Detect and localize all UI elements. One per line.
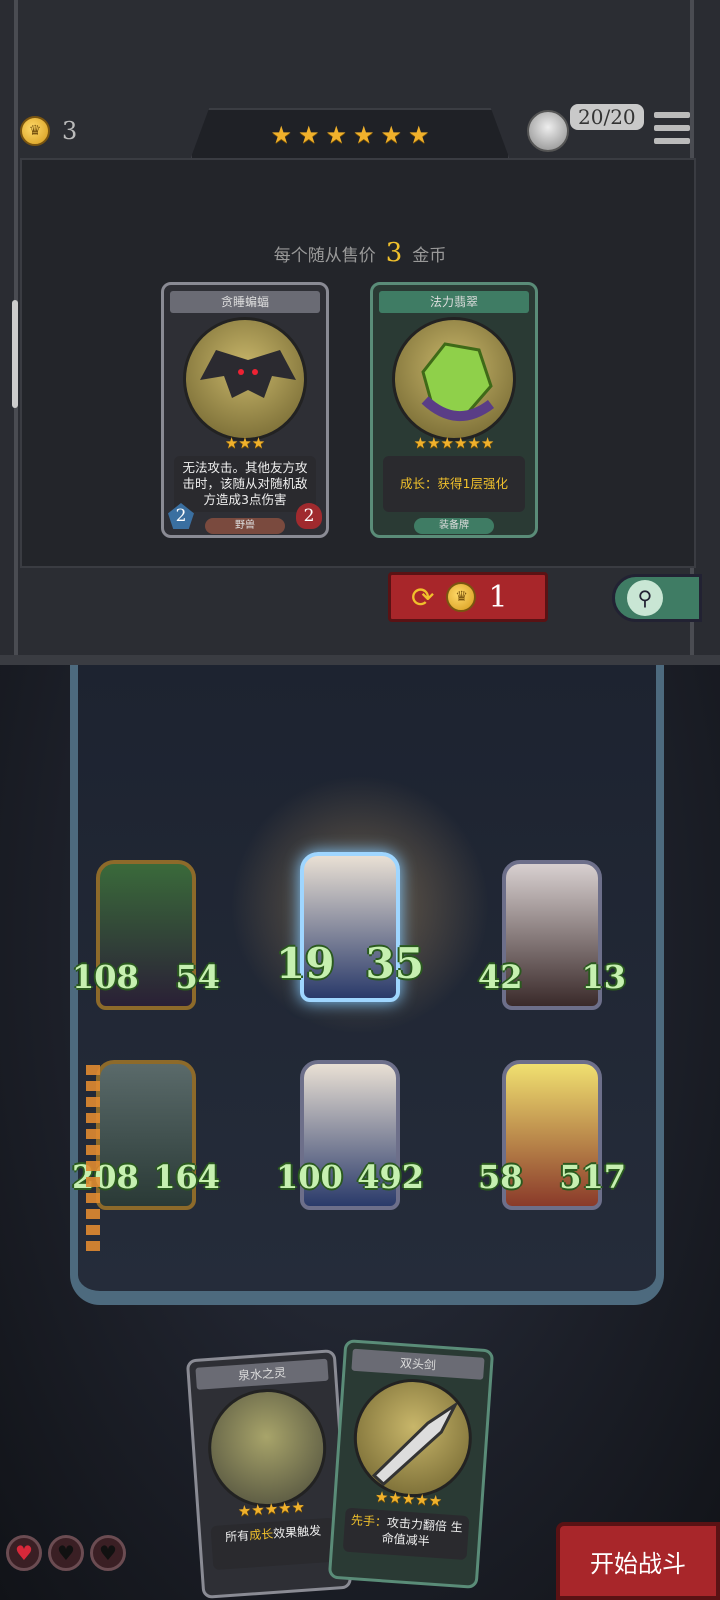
buff-chain	[86, 1065, 100, 1255]
price-value: 3	[385, 238, 403, 268]
hand-card-spring-spirit[interactable]: 泉水之灵 ★★★★★ 所有成长效果触发	[185, 1349, 353, 1599]
unit-attack: 108	[72, 958, 139, 996]
hand-card-double-sword[interactable]: 双头剑 ★★★★★ 先手：攻击力翻倍 生命值减半	[327, 1339, 495, 1589]
star-icon: ★	[297, 121, 320, 149]
card-type: 装备牌	[414, 518, 494, 534]
card-health: 2	[296, 503, 322, 529]
refresh-cost: 1	[488, 579, 508, 615]
refresh-button[interactable]: ⟳ ♛ 1	[388, 572, 548, 622]
star-icon: ★	[408, 121, 430, 149]
board-unit[interactable]: 208 164	[72, 1060, 220, 1210]
card-stars: ★★★	[224, 434, 266, 452]
refresh-icon: ⟳	[411, 580, 435, 614]
unit-attack: 100	[276, 1158, 343, 1196]
gold-counter: ♛ 3	[20, 116, 77, 146]
unit-attack: 19	[276, 939, 335, 988]
board-unit[interactable]: 100 492	[276, 1060, 424, 1210]
player-count: 20/20	[570, 104, 644, 130]
shop-tier-stars: ★ ★ ★ ★ ★ ★	[190, 108, 510, 160]
board-unit[interactable]: 42 13	[478, 860, 626, 1010]
unit-health: 35	[365, 939, 424, 988]
unit-attack: 208	[72, 1158, 139, 1196]
bat-portrait	[183, 317, 307, 441]
unit-attack: 58	[478, 1158, 523, 1196]
card-type: 野兽	[205, 518, 285, 534]
star-icon: ★	[325, 121, 347, 149]
unit-attack: 42	[478, 958, 523, 996]
card-description: 成长：获得1层强化	[383, 456, 525, 512]
heart-icon: ♥	[90, 1535, 126, 1571]
player-avatar[interactable]	[527, 110, 569, 152]
unit-health: 13	[581, 958, 626, 996]
card-description: 先手：攻击力翻倍 生命值减半	[342, 1507, 470, 1561]
card-stars: ★★★★★★	[413, 434, 495, 452]
card-description: 所有成长效果触发	[210, 1517, 338, 1571]
star-icon: ★	[380, 121, 403, 149]
start-battle-button[interactable]: 开始战斗	[556, 1522, 720, 1600]
unit-health: 517	[559, 1158, 626, 1196]
scrollbar[interactable]	[12, 300, 18, 408]
shop-card-sleepy-bat[interactable]: 贪睡蝙蝠 ★★★ 无法攻击。其他友方攻击时，该随从对随机敌方造成3点伤害 野兽 …	[161, 282, 329, 538]
card-title: 双头剑	[351, 1348, 485, 1380]
gold-coin-icon: ♛	[20, 116, 50, 146]
game-screen: ♛ 3 ★ ★ ★ ★ ★ ★ 20/20 每个随从售价 3 金币 贪睡蝙蝠 ★★★…	[0, 0, 720, 1600]
search-icon: ⚲	[627, 580, 663, 616]
menu-icon[interactable]	[654, 112, 690, 144]
shop-panel: ♛ 3 ★ ★ ★ ★ ★ ★ 20/20 每个随从售价 3 金币 贪睡蝙蝠 ★★★…	[0, 0, 720, 665]
board-unit[interactable]: 58 517	[478, 1060, 626, 1210]
lives: ♥ ♥ ♥	[6, 1535, 126, 1571]
shop-card-mana-emerald[interactable]: 法力翡翠 ★★★★★★ 成长：获得1层强化 装备牌	[370, 282, 538, 538]
spirit-portrait	[204, 1385, 331, 1512]
unit-health: 54	[175, 958, 220, 996]
unit-health: 492	[357, 1158, 424, 1196]
board-unit[interactable]: 108 54	[72, 860, 220, 1010]
search-button[interactable]: ⚲	[612, 574, 702, 622]
heart-icon: ♥	[48, 1535, 84, 1571]
star-icon: ★	[353, 121, 375, 149]
shop-offer-area	[20, 158, 696, 568]
minion-price-text: 每个随从售价 3 金币	[273, 238, 447, 268]
emerald-portrait	[392, 317, 516, 441]
gold-value: 3	[62, 117, 78, 145]
card-description: 无法攻击。其他友方攻击时，该随从对随机敌方造成3点伤害	[174, 456, 316, 512]
sword-portrait	[349, 1375, 476, 1502]
gold-coin-icon: ♛	[446, 582, 477, 612]
card-title: 贪睡蝙蝠	[170, 291, 320, 313]
star-icon: ★	[270, 121, 292, 149]
board-unit-selected[interactable]: 19 35	[276, 852, 424, 1002]
unit-health: 164	[153, 1158, 220, 1196]
card-title: 法力翡翠	[379, 291, 529, 313]
card-title: 泉水之灵	[195, 1358, 329, 1390]
heart-icon: ♥	[6, 1535, 42, 1571]
